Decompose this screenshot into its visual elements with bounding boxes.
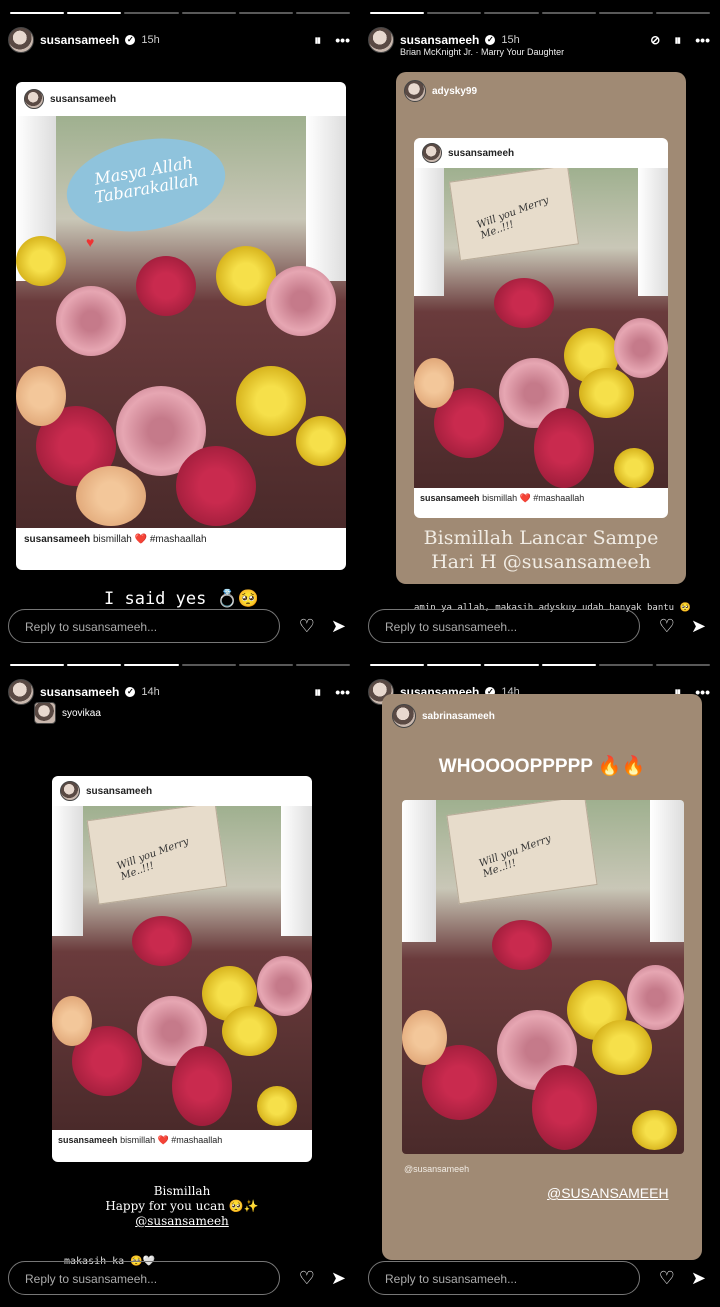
story-panel-1: susansameeh ✓ 15h ⏸ ••• susansameeh susa… [4, 6, 356, 651]
username[interactable]: susansameeh [40, 33, 119, 47]
heart-icon[interactable]: ♡ [659, 1268, 675, 1289]
progress-bar [10, 12, 351, 15]
send-icon[interactable]: ➤ [691, 1268, 706, 1289]
story-panel-3: susansameeh ✓ 14h ⏸ ••• syovikaa susansa… [4, 658, 356, 1303]
overlay-line-1: Bismillah [153, 1184, 211, 1198]
mention-small[interactable]: @susansameeh [404, 1164, 469, 1174]
timestamp: 15h [141, 34, 160, 46]
verified-icon: ✓ [125, 687, 136, 697]
send-icon[interactable]: ➤ [691, 616, 706, 637]
reply-input[interactable]: Reply to susansameeh... [8, 1261, 280, 1295]
heart-icon[interactable]: ♡ [299, 1268, 315, 1289]
timestamp: 14h [141, 686, 160, 698]
username[interactable]: susansameeh [400, 33, 479, 47]
reply-input[interactable]: Reply to susansameeh... [368, 1261, 640, 1295]
send-icon[interactable]: ➤ [331, 1268, 346, 1289]
music-label[interactable]: Brian McKnight Jr. · Marry Your Daughter [400, 47, 564, 57]
pause-icon[interactable]: ⏸ [314, 684, 321, 701]
story-panel-4: susansameeh ✓ 14h ⏸ ••• sabrinasameeh WH… [364, 658, 716, 1303]
caption-text: bismillah ❤️ #mashaallah [92, 534, 207, 545]
heart-icon: ♥ [86, 234, 95, 250]
shared-by-username[interactable]: syovikaa [62, 708, 101, 719]
avatar[interactable] [8, 27, 34, 53]
headline-text: WHOOOOPPPPP 🔥🔥 [438, 756, 646, 777]
username[interactable]: susansameeh [40, 685, 119, 699]
flower-photo: Will you Merry Me..!!! [52, 806, 312, 1130]
mention-big[interactable]: @SUSANSAMEEH [547, 1185, 669, 1201]
more-icon[interactable]: ••• [695, 32, 710, 48]
flower-photo: Will you Merry Me..!!! [414, 168, 668, 488]
pause-icon[interactable]: ⏸ [314, 32, 321, 49]
shared-post-card[interactable]: susansameeh Will you Merry Me..!!! susan… [52, 776, 312, 1162]
overlay-line-2: Hari H @susansameeh [431, 551, 651, 573]
story-panel-2: susansameeh ✓ 15h ⊘ ⏸ ••• Brian McKnight… [364, 6, 716, 651]
shared-by-username[interactable]: adysky99 [432, 86, 477, 97]
heart-icon[interactable]: ♡ [299, 616, 315, 637]
shared-post-card[interactable]: susansameeh Will you Merry Me..!!! susan… [414, 138, 668, 518]
send-icon[interactable]: ➤ [331, 616, 346, 637]
caption-username: susansameeh [24, 534, 91, 545]
mute-icon[interactable]: ⊘ [650, 33, 660, 47]
more-icon[interactable]: ••• [335, 684, 350, 700]
verified-icon: ✓ [125, 35, 136, 45]
reply-input[interactable]: Reply to susansameeh... [8, 609, 280, 643]
timestamp: 15h [501, 34, 520, 46]
overlay-mention[interactable]: @susansameeh [52, 1214, 312, 1229]
heart-icon[interactable]: ♡ [659, 616, 675, 637]
avatar[interactable] [8, 679, 34, 705]
overlay-line-1: Bismillah Lancar Sampe [423, 527, 659, 549]
shared-by-username[interactable]: sabrinasameeh [422, 711, 495, 722]
pause-icon[interactable]: ⏸ [674, 32, 681, 49]
flower-photo: Will you Merry Me..!!! [402, 800, 684, 1154]
overlay-line-2: Happy for you ucan 🥺✨ [105, 1199, 259, 1213]
verified-icon: ✓ [485, 35, 496, 45]
story-grid: susansameeh ✓ 15h ⏸ ••• susansameeh susa… [0, 0, 720, 1307]
overlay-text: I said yes 💍🥺 [104, 589, 259, 609]
avatar[interactable] [368, 27, 394, 53]
card-username: susansameeh [50, 93, 117, 105]
reply-input[interactable]: Reply to susansameeh... [368, 609, 640, 643]
more-icon[interactable]: ••• [335, 32, 350, 48]
